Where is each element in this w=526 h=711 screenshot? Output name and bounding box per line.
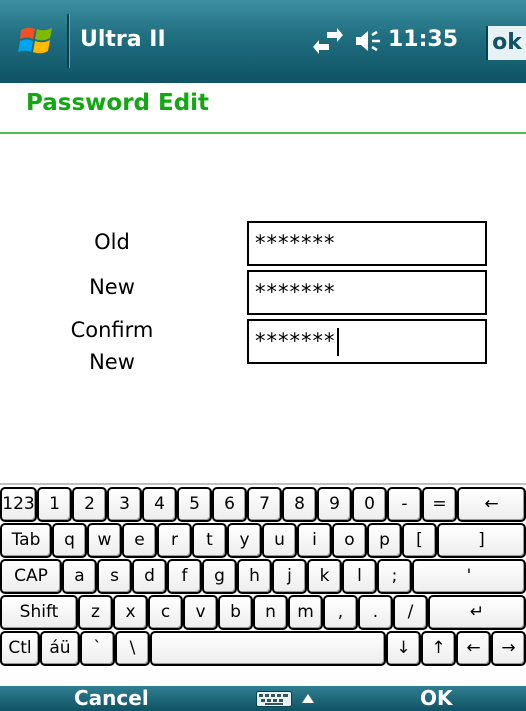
key-apostrophe[interactable]: ' [412,559,526,594]
key-1[interactable]: 1 [37,487,72,522]
key-z[interactable]: z [78,595,113,630]
key-w[interactable]: w [87,523,122,558]
key-right-bracket[interactable]: ] [437,523,526,558]
page-title: Password Edit [26,90,210,116]
confirm-password-label-line2: New [89,350,135,374]
key-semicolon[interactable]: ; [377,559,412,594]
key-2[interactable]: 2 [72,487,107,522]
title-divider [67,14,70,68]
key-x[interactable]: x [113,595,148,630]
key-equals[interactable]: = [422,487,457,522]
key-enter[interactable]: ↵ [428,595,526,630]
key-s[interactable]: s [97,559,132,594]
key-d[interactable]: d [132,559,167,594]
key-7[interactable]: 7 [247,487,282,522]
key-m[interactable]: m [288,595,323,630]
old-password-field[interactable]: ******* [247,221,487,266]
softkey-bar: Cancel OK [0,686,526,711]
key-5[interactable]: 5 [177,487,212,522]
on-screen-keyboard: 123 1 2 3 4 5 6 7 8 9 0 - = ← Tab q w e … [0,483,526,686]
old-password-label: Old [94,230,130,254]
key-period[interactable]: . [358,595,393,630]
confirm-password-label-line1: Confirm [70,318,154,342]
key-k[interactable]: k [307,559,342,594]
confirm-password-field[interactable]: ******* [247,319,487,364]
key-l[interactable]: l [342,559,377,594]
key-backspace[interactable]: ← [457,487,526,522]
key-shift[interactable]: Shift [0,595,78,630]
key-slash[interactable]: / [393,595,428,630]
key-u[interactable]: u [262,523,297,558]
windows-start-icon[interactable] [18,22,56,60]
key-3[interactable]: 3 [107,487,142,522]
key-backslash[interactable]: \ [115,631,150,666]
key-q[interactable]: q [52,523,87,558]
volume-icon[interactable] [354,29,382,53]
key-8[interactable]: 8 [282,487,317,522]
key-n[interactable]: n [253,595,288,630]
key-4[interactable]: 4 [142,487,177,522]
key-9[interactable]: 9 [317,487,352,522]
key-a[interactable]: a [62,559,97,594]
key-g[interactable]: g [202,559,237,594]
new-password-label: New [89,275,135,299]
key-arrow-left[interactable]: ← [456,631,491,666]
key-j[interactable]: j [272,559,307,594]
key-i[interactable]: i [297,523,332,558]
confirm-password-value: ******* [255,329,336,353]
key-backtick[interactable]: ` [80,631,115,666]
text-cursor [336,328,339,356]
key-h[interactable]: h [237,559,272,594]
ok-button[interactable]: OK [420,686,453,711]
key-ctrl[interactable]: Ctl [0,631,40,666]
key-comma[interactable]: , [323,595,358,630]
key-accents[interactable]: áü [40,631,80,666]
keyboard-icon[interactable] [256,691,292,707]
new-password-field[interactable]: ******* [247,270,487,315]
key-r[interactable]: r [157,523,192,558]
key-tab[interactable]: Tab [0,523,52,558]
key-b[interactable]: b [218,595,253,630]
connectivity-icon[interactable] [313,28,343,54]
key-arrow-up[interactable]: ↑ [421,631,456,666]
clock: 11:35 [388,27,459,52]
app-title: Ultra II [80,27,166,52]
title-ok-button[interactable]: ok [486,26,526,60]
key-space[interactable] [150,631,386,666]
key-f[interactable]: f [167,559,202,594]
title-bar: Ultra II 11:35 ok [0,0,526,83]
up-arrow-icon[interactable] [302,693,314,703]
key-minus[interactable]: - [387,487,422,522]
key-o[interactable]: o [332,523,367,558]
key-left-bracket[interactable]: [ [402,523,437,558]
key-c[interactable]: c [148,595,183,630]
key-caps[interactable]: CAP [0,559,62,594]
header-divider [0,132,526,134]
cancel-button[interactable]: Cancel [74,686,149,711]
key-0[interactable]: 0 [352,487,387,522]
key-p[interactable]: p [367,523,402,558]
key-123[interactable]: 123 [0,487,37,522]
key-6[interactable]: 6 [212,487,247,522]
key-v[interactable]: v [183,595,218,630]
key-t[interactable]: t [192,523,227,558]
key-e[interactable]: e [122,523,157,558]
key-y[interactable]: y [227,523,262,558]
key-arrow-down[interactable]: ↓ [386,631,421,666]
key-arrow-right[interactable]: → [491,631,526,666]
